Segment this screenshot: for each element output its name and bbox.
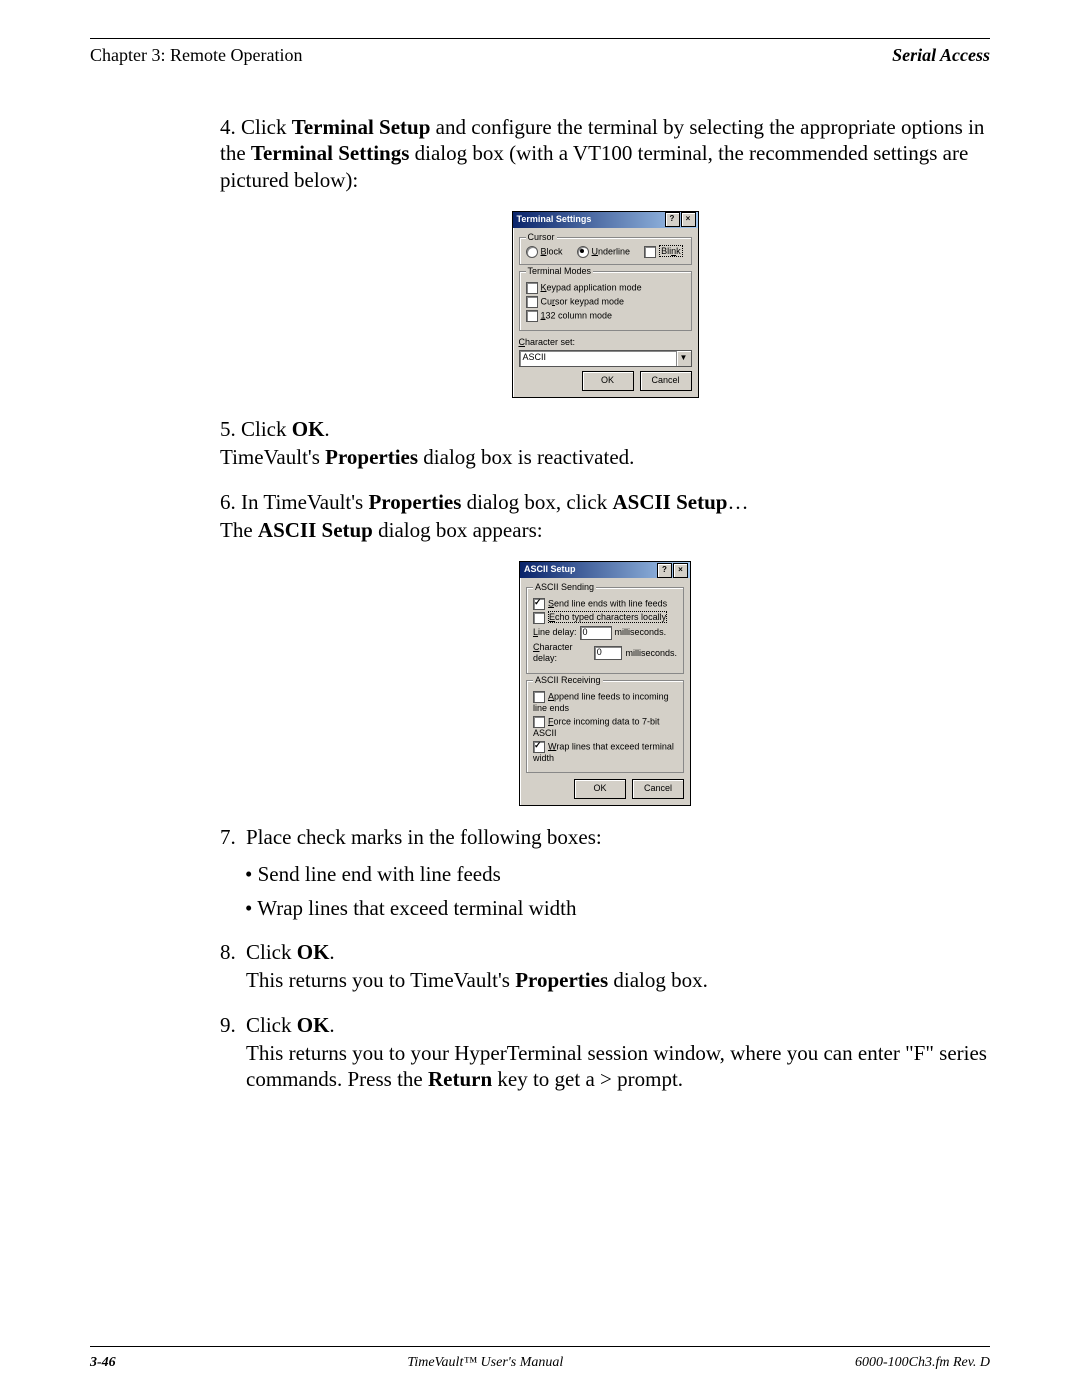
cursor-blink-checkbox[interactable]: Blink <box>644 246 683 258</box>
chevron-down-icon[interactable]: ▼ <box>676 351 691 366</box>
step-7: 7. Place check marks in the following bo… <box>220 824 990 921</box>
close-icon[interactable]: × <box>673 563 688 578</box>
cursor-underline-radio[interactable]: Underline <box>577 246 631 258</box>
cancel-button[interactable]: Cancel <box>640 371 692 391</box>
charset-label: Character set: <box>519 337 692 348</box>
footer-page-number: 3-46 <box>90 1355 116 1371</box>
cancel-button[interactable]: Cancel <box>632 779 684 799</box>
bullet-send-line-end: Send line end with line feeds <box>245 861 990 887</box>
dialog-titlebar: ASCII Setup ? × <box>520 562 690 578</box>
bottom-rule <box>90 1346 990 1347</box>
step-9: 9. Click OK. This returns you to your Hy… <box>220 1012 990 1093</box>
header-right: Serial Access <box>892 45 990 66</box>
ok-button[interactable]: OK <box>574 779 626 799</box>
ascii-setup-dialog: ASCII Setup ? × ASCII Sending Send line … <box>519 561 691 806</box>
append-lf-checkbox[interactable]: Append line feeds to incoming line ends <box>533 691 677 714</box>
charset-combo[interactable]: ASCII ▼ <box>519 350 692 367</box>
close-icon[interactable]: × <box>681 212 696 227</box>
step-5: 5. Click OK. TimeVault's Properties dial… <box>220 416 990 471</box>
dialog-title: Terminal Settings <box>517 214 592 225</box>
page-header: Chapter 3: Remote Operation Serial Acces… <box>90 45 990 66</box>
line-delay-field: Line delay: 0 milliseconds. <box>533 626 677 640</box>
echo-typed-checkbox[interactable]: Echo typed characters locally <box>533 612 677 624</box>
wrap-lines-checkbox[interactable]: Wrap lines that exceed terminal width <box>533 741 677 764</box>
char-delay-input[interactable]: 0 <box>594 646 623 660</box>
terminal-modes-group: Terminal Modes Keypad application mode C… <box>519 271 692 331</box>
header-left: Chapter 3: Remote Operation <box>90 45 302 66</box>
keypad-app-mode-checkbox[interactable]: Keypad application mode <box>526 282 685 294</box>
dialog-title: ASCII Setup <box>524 564 576 575</box>
cursor-keypad-mode-checkbox[interactable]: Cursor keypad mode <box>526 296 685 308</box>
send-line-ends-checkbox[interactable]: Send line ends with line feeds <box>533 598 677 610</box>
dialog-titlebar: Terminal Settings ? × <box>513 212 698 228</box>
content: 4. Click Terminal Setup and configure th… <box>220 114 990 1092</box>
step-8: 8. Click OK. This returns you to TimeVau… <box>220 939 990 994</box>
help-icon[interactable]: ? <box>665 212 680 227</box>
footer-manual-title: TimeVault™ User's Manual <box>407 1355 563 1371</box>
top-rule <box>90 38 990 39</box>
bullet-wrap-lines: Wrap lines that exceed terminal width <box>245 895 990 921</box>
page-footer: 3-46 TimeVault™ User's Manual 6000-100Ch… <box>90 1355 990 1371</box>
force-7bit-checkbox[interactable]: Force incoming data to 7-bit ASCII <box>533 716 677 739</box>
step-4: 4. Click Terminal Setup and configure th… <box>220 114 990 398</box>
terminal-settings-dialog: Terminal Settings ? × Cursor Block <box>512 211 699 398</box>
char-delay-field: Character delay: 0 milliseconds. <box>533 642 677 665</box>
footer-revision: 6000-100Ch3.fm Rev. D <box>855 1355 990 1371</box>
cursor-block-radio[interactable]: Block <box>526 246 563 258</box>
help-icon[interactable]: ? <box>657 563 672 578</box>
line-delay-input[interactable]: 0 <box>580 626 612 640</box>
column-mode-checkbox[interactable]: 132 column mode <box>526 310 685 322</box>
ascii-sending-group: ASCII Sending Send line ends with line f… <box>526 587 684 674</box>
ascii-receiving-group: ASCII Receiving Append line feeds to inc… <box>526 680 684 774</box>
ok-button[interactable]: OK <box>582 371 634 391</box>
cursor-group: Cursor Block Underline Blink <box>519 237 692 265</box>
step-6: 6. In TimeVault's Properties dialog box,… <box>220 489 990 807</box>
